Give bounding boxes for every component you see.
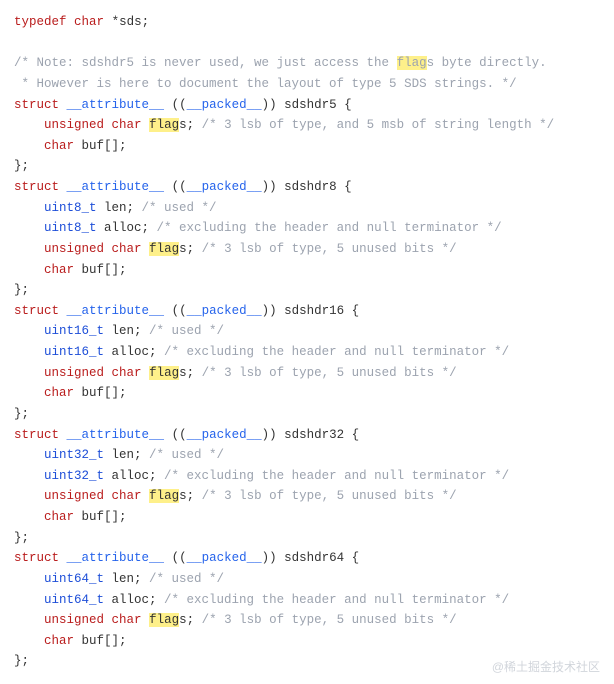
highlight-flag: flag bbox=[149, 366, 179, 380]
highlight-flag: flag bbox=[149, 242, 179, 256]
star-sds: *sds; bbox=[112, 15, 150, 29]
highlight-flag: flag bbox=[149, 118, 179, 132]
kw-struct: struct bbox=[14, 98, 59, 112]
kw-typedef: typedef bbox=[14, 15, 67, 29]
struct-name: sdshdr64 { bbox=[284, 551, 359, 565]
highlight-flag: flag bbox=[149, 489, 179, 503]
attr: __attribute__ bbox=[67, 98, 165, 112]
highlight-flag: flag bbox=[149, 613, 179, 627]
comment-flags5: /* 3 lsb of type, and 5 msb of string le… bbox=[202, 118, 555, 132]
kw-char: char bbox=[74, 15, 104, 29]
struct-name: sdshdr5 { bbox=[284, 98, 352, 112]
struct-name: sdshdr32 { bbox=[284, 428, 359, 442]
watermark: @稀土掘金技术社区 bbox=[492, 658, 600, 678]
comment-note1: /* Note: sdshdr5 is never used, we just … bbox=[14, 56, 547, 70]
comment-note2: * However is here to document the layout… bbox=[14, 77, 517, 91]
highlight-flag: flag bbox=[397, 56, 427, 70]
struct-name: sdshdr16 { bbox=[284, 304, 359, 318]
code-block: typedef char *sds; /* Note: sdshdr5 is n… bbox=[14, 12, 600, 672]
struct-name: sdshdr8 { bbox=[284, 180, 352, 194]
